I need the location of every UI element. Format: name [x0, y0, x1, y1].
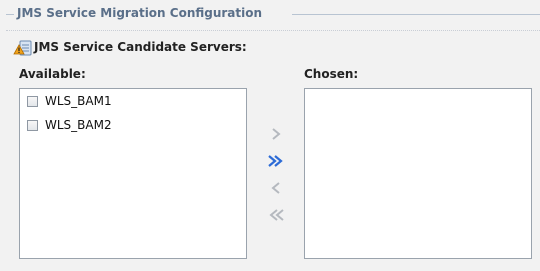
available-item-wls-bam1[interactable]: WLS_BAM1 — [20, 89, 246, 113]
legend-rule-right — [292, 14, 540, 15]
section-divider — [6, 30, 540, 31]
available-item-wls-bam2[interactable]: WLS_BAM2 — [20, 113, 246, 137]
warning-server-icon — [13, 39, 33, 57]
available-item-label: WLS_BAM2 — [45, 118, 112, 132]
wls-bam2-checkbox[interactable] — [27, 119, 38, 131]
jms-migration-panel: JMS Service Migration Configuration JMS … — [0, 0, 540, 271]
legend-rule-left — [6, 14, 14, 15]
move-all-right-button[interactable] — [264, 150, 288, 174]
chosen-list[interactable] — [304, 88, 532, 259]
candidate-servers-label: JMS Service Candidate Servers: — [34, 40, 247, 54]
chevron-left-icon — [269, 180, 283, 199]
available-item-label: WLS_BAM1 — [45, 94, 112, 108]
available-label: Available: — [19, 67, 86, 81]
chosen-label: Chosen: — [304, 67, 359, 81]
move-right-button[interactable] — [264, 123, 288, 147]
wls-bam1-checkbox[interactable] — [27, 95, 38, 107]
move-all-left-button[interactable] — [264, 204, 288, 228]
move-left-button[interactable] — [264, 177, 288, 201]
available-list[interactable]: WLS_BAM1 WLS_BAM2 — [19, 88, 247, 259]
chevron-right-icon — [269, 126, 283, 145]
section-legend: JMS Service Migration Configuration — [17, 6, 263, 20]
double-chevron-left-icon — [267, 207, 285, 226]
double-chevron-right-icon — [267, 153, 285, 172]
